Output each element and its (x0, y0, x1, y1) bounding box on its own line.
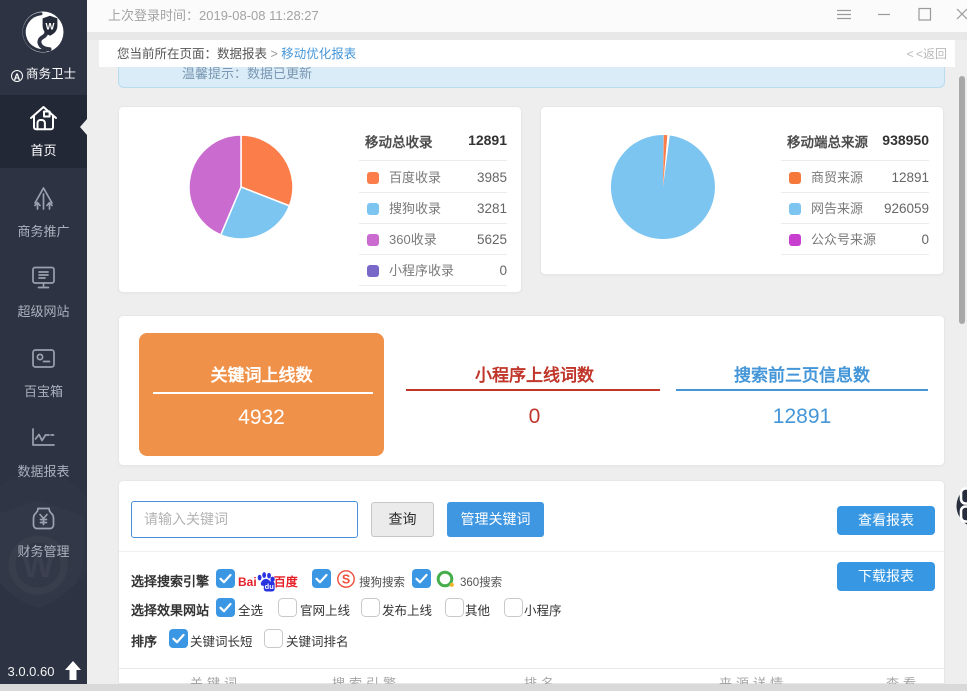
svg-text:S: S (342, 572, 350, 586)
svg-text:W: W (22, 547, 55, 585)
svg-text:W: W (46, 21, 55, 32)
svg-text:du: du (264, 582, 274, 591)
